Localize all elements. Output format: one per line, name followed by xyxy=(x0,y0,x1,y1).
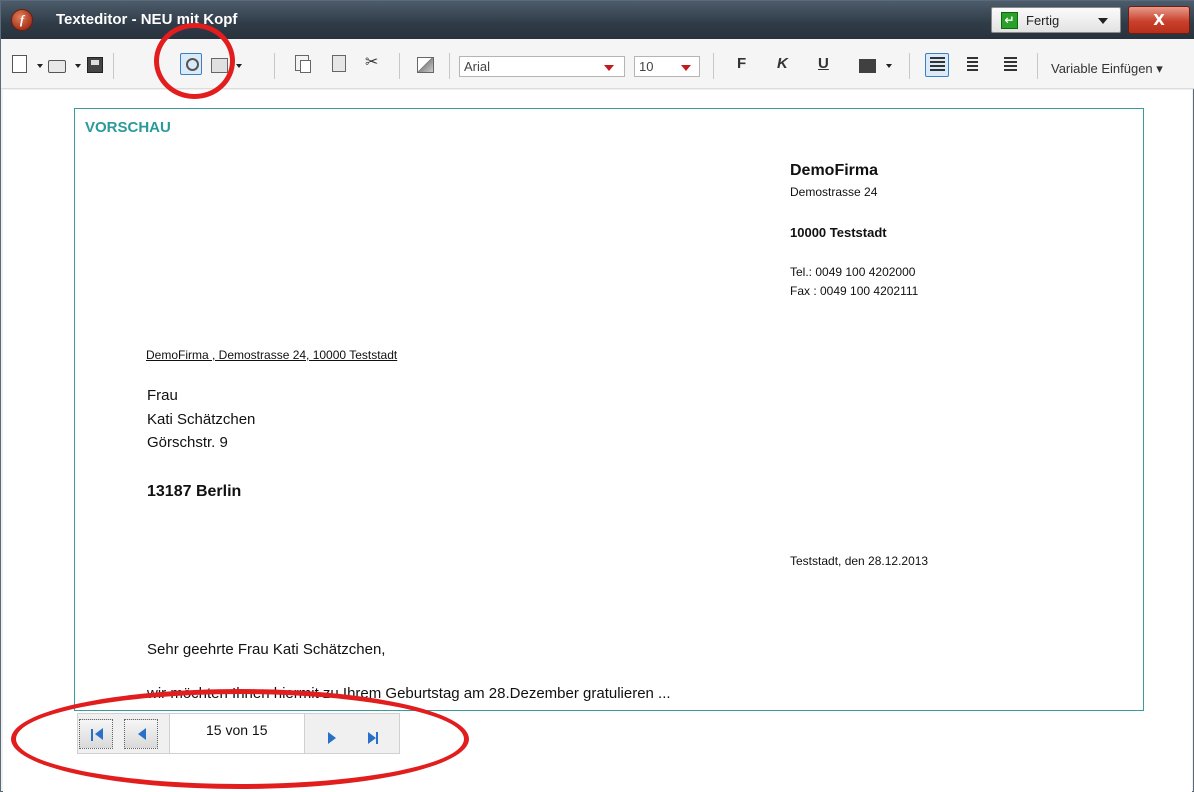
open-folder-icon[interactable] xyxy=(48,60,66,73)
previous-page-icon xyxy=(138,728,146,740)
chevron-down-icon[interactable] xyxy=(1098,18,1108,24)
toolbar-separator xyxy=(449,53,450,79)
toolbar: ✂ Arial 10 F K U Variable Einfügen ▾ xyxy=(1,39,1194,89)
underline-button[interactable]: U xyxy=(818,55,829,72)
done-button[interactable]: ↵ Fertig xyxy=(991,7,1121,33)
last-page-button[interactable] xyxy=(358,719,392,749)
first-page-icon xyxy=(91,729,93,741)
letter-body-line: wir möchten Ihnen hiermit zu Ihrem Gebur… xyxy=(147,685,671,702)
new-document-icon[interactable] xyxy=(12,55,27,73)
page-counter-text: 15 von 15 xyxy=(206,722,268,738)
enter-arrow-icon: ↵ xyxy=(1001,12,1018,29)
previous-page-button[interactable] xyxy=(124,719,158,749)
toolbar-separator xyxy=(1037,53,1038,79)
insert-variable-label: Variable Einfügen xyxy=(1051,61,1153,76)
italic-button[interactable]: K xyxy=(777,55,788,72)
new-document-dropdown-icon[interactable] xyxy=(37,64,43,68)
first-page-arrow-icon xyxy=(95,728,103,740)
preview-page: VORSCHAU DemoFirma Demostrasse 24 10000 … xyxy=(74,108,1144,711)
page-counter[interactable]: 15 von 15 xyxy=(169,714,305,753)
print-icon[interactable] xyxy=(211,58,228,73)
title-bar: f Texteditor - NEU mit Kopf ↵ Fertig X xyxy=(1,1,1194,39)
save-icon[interactable] xyxy=(87,57,103,73)
font-size-value: 10 xyxy=(639,59,654,74)
letter-greeting: Sehr geehrte Frau Kati Schätzchen, xyxy=(147,641,386,658)
texteditor-window: f Texteditor - NEU mit Kopf ↵ Fertig X ✂… xyxy=(0,0,1194,792)
bold-button[interactable]: F xyxy=(737,55,746,72)
recipient-city: 13187 Berlin xyxy=(147,483,242,500)
toolbar-separator xyxy=(113,53,114,79)
font-family-value: Arial xyxy=(464,59,491,74)
paste-icon[interactable] xyxy=(332,55,346,72)
app-logo-icon[interactable]: f xyxy=(11,9,33,31)
toolbar-separator xyxy=(713,53,714,79)
insert-variable-button[interactable]: Variable Einfügen ▾ xyxy=(1051,61,1163,77)
last-page-icon xyxy=(376,732,378,744)
window-title: Texteditor - NEU mit Kopf xyxy=(56,11,238,28)
align-right-icon[interactable] xyxy=(1004,57,1017,71)
toolbar-separator xyxy=(274,53,275,79)
page-navigator: 15 von 15 xyxy=(77,713,400,754)
open-dropdown-icon[interactable] xyxy=(75,64,81,68)
align-left-icon xyxy=(930,57,945,71)
sender-city: 10000 Teststadt xyxy=(790,225,887,240)
last-page-arrow-icon xyxy=(368,732,376,744)
toolbar-separator xyxy=(399,53,400,79)
next-page-icon xyxy=(328,732,336,744)
chevron-down-icon xyxy=(681,65,691,71)
preview-heading: VORSCHAU xyxy=(85,119,171,136)
toolbar-separator xyxy=(909,53,910,79)
font-color-dropdown-icon[interactable] xyxy=(886,64,892,68)
done-button-label: Fertig xyxy=(1026,13,1060,28)
chevron-down-icon xyxy=(604,65,614,71)
letter-date: Teststadt, den 28.12.2013 xyxy=(790,554,929,568)
recipient-salutation: Frau xyxy=(147,387,178,404)
recipient-name: Kati Schätzchen xyxy=(147,411,256,428)
next-page-button[interactable] xyxy=(315,719,349,749)
font-size-select[interactable]: 10 xyxy=(634,56,700,77)
sender-fax: Fax : 0049 100 4202111 xyxy=(790,284,919,298)
insert-image-icon[interactable] xyxy=(417,57,434,73)
return-address-line: DemoFirma , Demostrasse 24, 10000 Testst… xyxy=(146,348,398,362)
sender-company: DemoFirma xyxy=(790,162,879,179)
font-family-select[interactable]: Arial xyxy=(459,56,625,77)
close-button[interactable]: X xyxy=(1128,6,1190,34)
print-dropdown-icon[interactable] xyxy=(236,64,242,68)
first-page-button[interactable] xyxy=(79,719,113,749)
copy-icon[interactable] xyxy=(295,55,311,73)
sender-tel: Tel.: 0049 100 4202000 xyxy=(790,265,916,279)
preview-icon[interactable] xyxy=(180,53,202,75)
font-color-icon[interactable] xyxy=(859,59,876,73)
sender-street: Demostrasse 24 xyxy=(790,185,878,199)
align-center-icon[interactable] xyxy=(967,57,978,71)
recipient-street: Görschstr. 9 xyxy=(147,434,228,451)
cut-icon[interactable]: ✂ xyxy=(365,52,378,74)
